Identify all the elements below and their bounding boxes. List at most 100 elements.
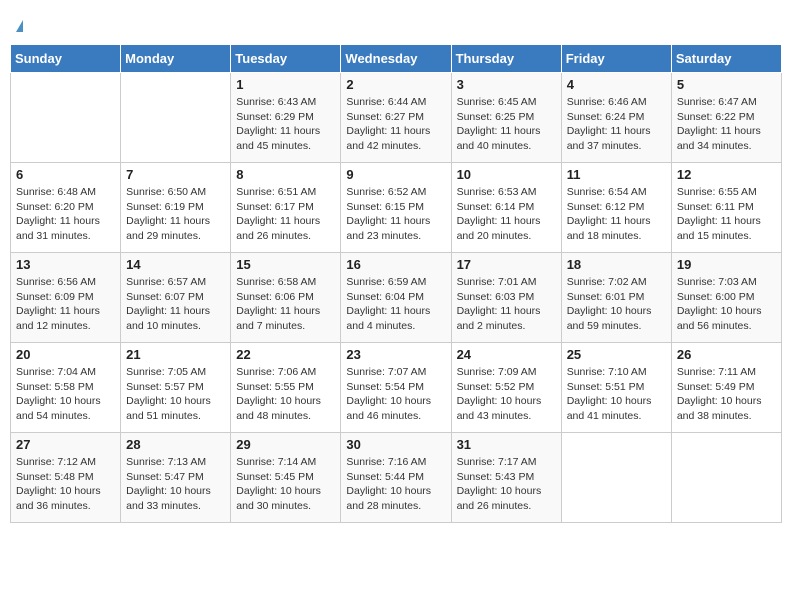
day-number: 14 [126,257,225,272]
calendar-cell: 19 Sunrise: 7:03 AM Sunset: 6:00 PM Dayli… [671,253,781,343]
day-info: Sunrise: 7:03 AM Sunset: 6:00 PM Dayligh… [677,275,776,334]
day-info: Sunrise: 7:01 AM Sunset: 6:03 PM Dayligh… [457,275,556,334]
header-cell-tuesday: Tuesday [231,45,341,73]
week-row-1: 1 Sunrise: 6:43 AM Sunset: 6:29 PM Daylig… [11,73,782,163]
day-info: Sunrise: 7:14 AM Sunset: 5:45 PM Dayligh… [236,455,335,514]
calendar-table: SundayMondayTuesdayWednesdayThursdayFrid… [10,44,782,523]
day-number: 4 [567,77,666,92]
calendar-cell: 31Sunrise: 7:17 AM Sunset: 5:43 PM Dayli… [451,433,561,523]
day-info: Sunrise: 6:51 AM Sunset: 6:17 PM Dayligh… [236,185,335,244]
calendar-cell [671,433,781,523]
week-row-3: 13Sunrise: 6:56 AM Sunset: 6:09 PM Dayli… [11,253,782,343]
day-info: Sunrise: 7:10 AM Sunset: 5:51 PM Dayligh… [567,365,666,424]
calendar-body: 1 Sunrise: 6:43 AM Sunset: 6:29 PM Daylig… [11,73,782,523]
day-info: Sunrise: 6:48 AM Sunset: 6:20 PM Dayligh… [16,185,115,244]
day-info: Sunrise: 6:53 AM Sunset: 6:14 PM Dayligh… [457,185,556,244]
day-number: 6 [16,167,115,182]
day-info: Sunrise: 6:59 AM Sunset: 6:04 PM Dayligh… [346,275,445,334]
header-cell-sunday: Sunday [11,45,121,73]
day-info: Sunrise: 7:16 AM Sunset: 5:44 PM Dayligh… [346,455,445,514]
calendar-cell: 28 Sunrise: 7:13 AM Sunset: 5:47 PM Dayli… [121,433,231,523]
calendar-cell: 11Sunrise: 6:54 AM Sunset: 6:12 PM Dayli… [561,163,671,253]
day-number: 1 [236,77,335,92]
day-number: 19 [677,257,776,272]
calendar-cell: 22 Sunrise: 7:06 AM Sunset: 5:55 PM Dayli… [231,343,341,433]
day-number: 8 [236,167,335,182]
day-info: Sunrise: 6:55 AM Sunset: 6:11 PM Dayligh… [677,185,776,244]
header-cell-friday: Friday [561,45,671,73]
day-number: 11 [567,167,666,182]
day-number: 7 [126,167,225,182]
day-number: 20 [16,347,115,362]
calendar-cell: 4Sunrise: 6:46 AM Sunset: 6:24 PM Daylig… [561,73,671,163]
day-number: 22 [236,347,335,362]
day-info: Sunrise: 7:17 AM Sunset: 5:43 PM Dayligh… [457,455,556,514]
day-number: 9 [346,167,445,182]
calendar-cell [11,73,121,163]
calendar-cell: 2 Sunrise: 6:44 AM Sunset: 6:27 PM Daylig… [341,73,451,163]
day-number: 29 [236,437,335,452]
day-number: 18 [567,257,666,272]
calendar-cell: 10Sunrise: 6:53 AM Sunset: 6:14 PM Dayli… [451,163,561,253]
day-info: Sunrise: 7:06 AM Sunset: 5:55 PM Dayligh… [236,365,335,424]
week-row-2: 6 Sunrise: 6:48 AM Sunset: 6:20 PM Daylig… [11,163,782,253]
day-info: Sunrise: 7:02 AM Sunset: 6:01 PM Dayligh… [567,275,666,334]
calendar-cell: 27 Sunrise: 7:12 AM Sunset: 5:48 PM Dayli… [11,433,121,523]
calendar-cell: 15 Sunrise: 6:58 AM Sunset: 6:06 PM Dayli… [231,253,341,343]
day-number: 28 [126,437,225,452]
day-info: Sunrise: 7:05 AM Sunset: 5:57 PM Dayligh… [126,365,225,424]
calendar-cell: 20 Sunrise: 7:04 AM Sunset: 5:58 PM Dayli… [11,343,121,433]
day-info: Sunrise: 6:52 AM Sunset: 6:15 PM Dayligh… [346,185,445,244]
calendar-cell: 26 Sunrise: 7:11 AM Sunset: 5:49 PM Dayli… [671,343,781,433]
day-number: 30 [346,437,445,452]
calendar-cell: 18 Sunrise: 7:02 AM Sunset: 6:01 PM Dayli… [561,253,671,343]
week-row-4: 20 Sunrise: 7:04 AM Sunset: 5:58 PM Dayli… [11,343,782,433]
calendar-cell: 13Sunrise: 6:56 AM Sunset: 6:09 PM Dayli… [11,253,121,343]
header-row: SundayMondayTuesdayWednesdayThursdayFrid… [11,45,782,73]
day-info: Sunrise: 6:43 AM Sunset: 6:29 PM Dayligh… [236,95,335,154]
day-number: 17 [457,257,556,272]
day-info: Sunrise: 7:12 AM Sunset: 5:48 PM Dayligh… [16,455,115,514]
calendar-cell [561,433,671,523]
header-cell-wednesday: Wednesday [341,45,451,73]
day-info: Sunrise: 7:13 AM Sunset: 5:47 PM Dayligh… [126,455,225,514]
day-number: 3 [457,77,556,92]
calendar-cell: 21Sunrise: 7:05 AM Sunset: 5:57 PM Dayli… [121,343,231,433]
day-number: 24 [457,347,556,362]
day-number: 13 [16,257,115,272]
calendar-cell: 7 Sunrise: 6:50 AM Sunset: 6:19 PM Daylig… [121,163,231,253]
header-cell-thursday: Thursday [451,45,561,73]
calendar-cell: 24 Sunrise: 7:09 AM Sunset: 5:52 PM Dayli… [451,343,561,433]
day-info: Sunrise: 6:44 AM Sunset: 6:27 PM Dayligh… [346,95,445,154]
calendar-cell: 5Sunrise: 6:47 AM Sunset: 6:22 PM Daylig… [671,73,781,163]
calendar-cell: 12 Sunrise: 6:55 AM Sunset: 6:11 PM Dayli… [671,163,781,253]
calendar-cell: 16 Sunrise: 6:59 AM Sunset: 6:04 PM Dayli… [341,253,451,343]
day-number: 15 [236,257,335,272]
day-info: Sunrise: 7:09 AM Sunset: 5:52 PM Dayligh… [457,365,556,424]
day-info: Sunrise: 7:11 AM Sunset: 5:49 PM Dayligh… [677,365,776,424]
day-number: 12 [677,167,776,182]
day-info: Sunrise: 6:58 AM Sunset: 6:06 PM Dayligh… [236,275,335,334]
day-info: Sunrise: 6:45 AM Sunset: 6:25 PM Dayligh… [457,95,556,154]
calendar-cell: 3 Sunrise: 6:45 AM Sunset: 6:25 PM Daylig… [451,73,561,163]
logo-general [14,14,23,36]
calendar-cell [121,73,231,163]
header-cell-monday: Monday [121,45,231,73]
day-number: 2 [346,77,445,92]
day-number: 25 [567,347,666,362]
day-info: Sunrise: 7:04 AM Sunset: 5:58 PM Dayligh… [16,365,115,424]
day-number: 16 [346,257,445,272]
calendar-cell: 17 Sunrise: 7:01 AM Sunset: 6:03 PM Dayli… [451,253,561,343]
day-number: 27 [16,437,115,452]
calendar-cell: 29 Sunrise: 7:14 AM Sunset: 5:45 PM Dayli… [231,433,341,523]
day-info: Sunrise: 6:50 AM Sunset: 6:19 PM Dayligh… [126,185,225,244]
day-number: 26 [677,347,776,362]
calendar-cell: 30 Sunrise: 7:16 AM Sunset: 5:44 PM Dayli… [341,433,451,523]
day-info: Sunrise: 6:57 AM Sunset: 6:07 PM Dayligh… [126,275,225,334]
day-number: 5 [677,77,776,92]
calendar-cell: 6 Sunrise: 6:48 AM Sunset: 6:20 PM Daylig… [11,163,121,253]
day-number: 23 [346,347,445,362]
calendar-header: SundayMondayTuesdayWednesdayThursdayFrid… [11,45,782,73]
calendar-cell: 14 Sunrise: 6:57 AM Sunset: 6:07 PM Dayli… [121,253,231,343]
logo [14,10,23,36]
